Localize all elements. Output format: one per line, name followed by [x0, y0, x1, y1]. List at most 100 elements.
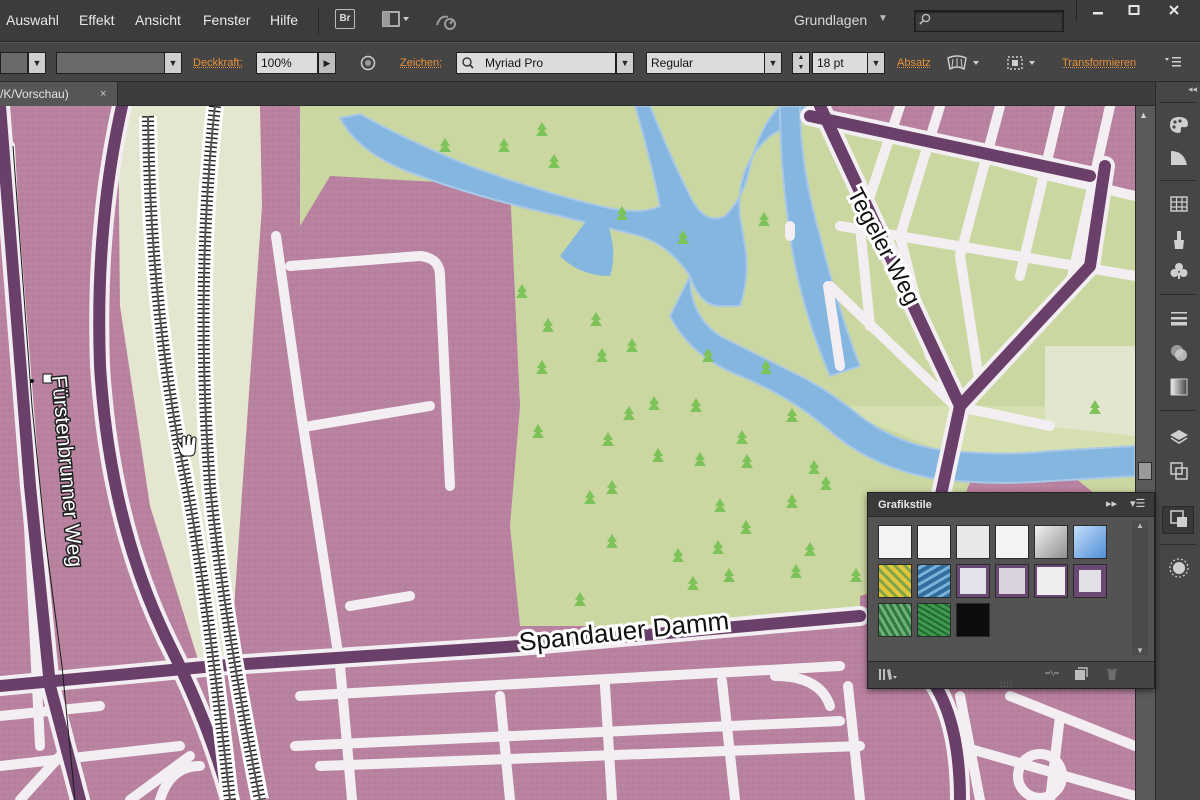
- anchor-point[interactable]: [30, 379, 34, 383]
- font-size-field[interactable]: 18 pt: [812, 52, 868, 74]
- document-tab-bar: /K/Vorschau) ×: [0, 82, 1155, 106]
- document-tab-title: /K/Vorschau): [0, 87, 69, 101]
- chevron-down-icon[interactable]: ▼: [616, 52, 634, 74]
- new-style-icon[interactable]: [1074, 667, 1088, 684]
- opacity-link[interactable]: Deckkraft:: [193, 57, 243, 69]
- search-input[interactable]: [914, 10, 1064, 32]
- align-to-selection-icon[interactable]: [1006, 55, 1040, 74]
- fill-color-field[interactable]: [0, 52, 28, 74]
- graphic-style-swatch-green-texture-style[interactable]: [878, 603, 912, 637]
- opacity-field[interactable]: 100%: [256, 52, 318, 74]
- envelope-distort-icon[interactable]: [947, 55, 981, 74]
- gpu-performance-icon[interactable]: [434, 11, 460, 36]
- font-search-icon: [461, 56, 475, 75]
- graphic-style-swatch-outline-purple-style[interactable]: [995, 564, 1029, 598]
- graphic-styles-icon[interactable]: [1169, 510, 1189, 530]
- dock-divider: [1160, 410, 1196, 411]
- graphic-style-swatch-green-pattern-style[interactable]: [917, 603, 951, 637]
- appearance-icon[interactable]: [1169, 558, 1189, 578]
- document-tab[interactable]: /K/Vorschau) ×: [0, 82, 118, 106]
- search-icon: [919, 13, 931, 25]
- panel-header[interactable]: Grafikstile ▸▸ ▾☰: [868, 493, 1154, 517]
- dock-divider: [1160, 294, 1196, 295]
- minimize-icon[interactable]: [1080, 0, 1116, 22]
- close-icon[interactable]: [1156, 0, 1192, 22]
- delete-style-icon[interactable]: [1106, 667, 1118, 684]
- dock-collapse-icon[interactable]: ◂◂: [1188, 84, 1197, 95]
- collapse-panel-icon[interactable]: ▸▸: [1106, 497, 1117, 510]
- font-style-field[interactable]: Regular: [646, 52, 766, 74]
- graphic-style-swatch-no-fill-style[interactable]: [995, 525, 1029, 559]
- panel-title: Grafikstile: [878, 499, 932, 511]
- chevron-right-icon[interactable]: ▶: [318, 52, 336, 74]
- graphic-style-swatch-no-stroke-style[interactable]: [917, 525, 951, 559]
- font-size-stepper[interactable]: ▲ ▼: [792, 52, 810, 74]
- layers-icon[interactable]: [1169, 428, 1189, 448]
- stroke-icon[interactable]: [1169, 310, 1189, 330]
- character-link[interactable]: Zeichen:: [400, 57, 442, 69]
- graphic-style-swatch-shadow-style[interactable]: [956, 525, 990, 559]
- panel-dock: ◂◂: [1155, 82, 1200, 800]
- dock-divider: [1160, 180, 1196, 181]
- vertical-scrollbar[interactable]: ▲: [1135, 106, 1155, 800]
- graphic-style-swatch-gray-gradient-style[interactable]: [1034, 525, 1068, 559]
- control-menu-icon[interactable]: [1164, 55, 1182, 72]
- control-bar: ▼ ▼ Deckkraft: 100% ▶ Zeichen: Myriad Pr…: [0, 42, 1200, 82]
- graphic-style-swatch-outline-thin-style[interactable]: [1034, 564, 1068, 598]
- transparency-icon[interactable]: [1169, 344, 1189, 364]
- panel-menu-icon[interactable]: ▾☰: [1130, 497, 1145, 510]
- scroll-up-icon[interactable]: ▲: [1139, 110, 1148, 120]
- symbols-icon[interactable]: [1169, 262, 1189, 282]
- chevron-down-icon[interactable]: ▼: [28, 52, 46, 74]
- window-control-divider: [1076, 0, 1077, 22]
- menu-auswahl[interactable]: Auswahl: [6, 12, 59, 28]
- close-tab-icon[interactable]: ×: [100, 82, 106, 106]
- panel-scrollbar[interactable]: ▲ ▼: [1132, 521, 1148, 655]
- graphic-style-swatch-blue-gradient-style[interactable]: [1073, 525, 1107, 559]
- arrange-documents-icon[interactable]: [382, 11, 410, 34]
- artboards-icon[interactable]: [1169, 462, 1189, 482]
- city-map: Fürstenbrunner Weg Spandauer Damm Tegele…: [0, 106, 1135, 800]
- graphic-style-swatch-black-style[interactable]: [956, 603, 990, 637]
- recolor-icon[interactable]: [360, 55, 376, 74]
- stroke-field[interactable]: [56, 52, 166, 74]
- graphic-style-swatch-blue-texture-style[interactable]: [917, 564, 951, 598]
- menu-hilfe[interactable]: Hilfe: [270, 12, 298, 28]
- graphic-style-swatch-default-style[interactable]: [878, 525, 912, 559]
- brushes-icon[interactable]: [1169, 230, 1189, 250]
- chevron-down-icon[interactable]: ▼: [867, 52, 885, 74]
- color-palette-icon[interactable]: [1169, 116, 1189, 136]
- color-guide-icon[interactable]: [1169, 148, 1189, 168]
- graphic-style-swatch-outline-light-style[interactable]: [956, 564, 990, 598]
- style-libraries-icon[interactable]: [878, 667, 898, 684]
- maximize-icon[interactable]: [1116, 0, 1152, 22]
- panel-footer: ::::: [868, 661, 1154, 689]
- resize-grip[interactable]: ::::: [1000, 680, 1013, 689]
- graphic-styles-panel: Grafikstile ▸▸ ▾☰ ▲ ▼ ::::: [867, 492, 1155, 689]
- scrollbar-thumb[interactable]: [1138, 462, 1152, 480]
- font-family-field[interactable]: Myriad Pro: [456, 52, 616, 74]
- menu-ansicht[interactable]: Ansicht: [135, 12, 181, 28]
- transform-link[interactable]: Transformieren: [1062, 57, 1136, 69]
- menu-divider: [318, 8, 319, 34]
- chevron-down-icon[interactable]: ▼: [764, 52, 782, 74]
- chevron-down-icon[interactable]: ▼: [164, 52, 182, 74]
- gradient-icon[interactable]: [1169, 378, 1189, 398]
- workspace-switcher[interactable]: Grundlagen: [794, 12, 867, 28]
- graphic-style-swatch-outline-thick-style[interactable]: [1073, 564, 1107, 598]
- menu-bar: Auswahl Effekt Ansicht Fenster Hilfe Br …: [0, 0, 1200, 42]
- swatches-icon[interactable]: [1169, 196, 1189, 216]
- dock-divider: [1160, 544, 1196, 545]
- graphic-style-swatch-yellow-texture-style[interactable]: [878, 564, 912, 598]
- artboard-canvas[interactable]: Fürstenbrunner Weg Spandauer Damm Tegele…: [0, 106, 1135, 800]
- menu-effekt[interactable]: Effekt: [79, 12, 115, 28]
- chevron-down-icon[interactable]: ▼: [878, 13, 888, 24]
- scroll-down-icon[interactable]: ▼: [1136, 646, 1144, 655]
- sand-patch: [1045, 346, 1135, 436]
- paragraph-link[interactable]: Absatz: [897, 57, 931, 69]
- bridge-button[interactable]: Br: [335, 9, 355, 29]
- scroll-up-icon[interactable]: ▲: [1136, 521, 1144, 530]
- break-link-icon[interactable]: [1044, 667, 1060, 682]
- menu-fenster[interactable]: Fenster: [203, 12, 250, 28]
- dock-divider: [1160, 102, 1196, 103]
